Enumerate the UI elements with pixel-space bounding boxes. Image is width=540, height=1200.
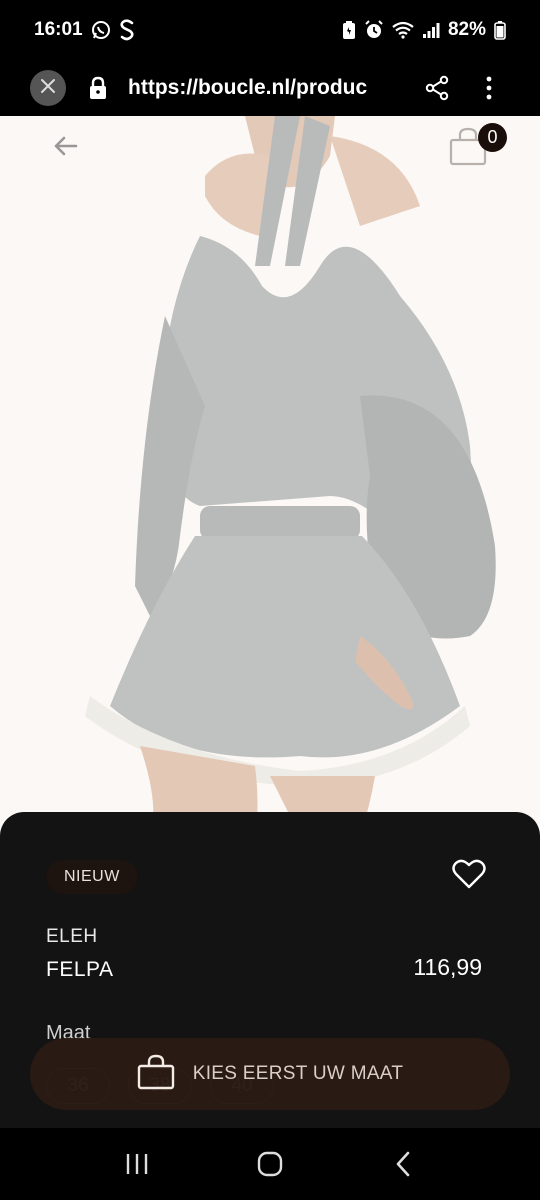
cart-button[interactable]: 0 (448, 120, 508, 172)
browser-url-bar: https://boucle.nl/produc (0, 60, 540, 116)
status-bar: 16:01 82% (0, 0, 540, 60)
more-icon[interactable] (486, 76, 492, 100)
back-arrow-icon[interactable] (50, 130, 82, 162)
cart-count-badge: 0 (478, 123, 507, 152)
heart-icon[interactable] (452, 858, 486, 892)
add-to-cart-label: KIES EERST UW MAAT (192, 1063, 404, 1084)
product-brand[interactable]: ELEH (46, 926, 98, 948)
product-name: FELPA (46, 958, 114, 981)
status-time: 16:01 (34, 19, 83, 40)
battery-saver-icon (342, 20, 356, 40)
close-tab-button[interactable] (30, 70, 66, 106)
system-nav-bar (0, 1128, 540, 1200)
s-icon (119, 19, 135, 41)
recents-icon[interactable] (113, 1140, 161, 1188)
close-icon (39, 77, 57, 100)
shopping-bag-icon (137, 1054, 175, 1095)
product-price: 116,99 (413, 954, 482, 980)
home-icon[interactable] (246, 1140, 294, 1188)
product-info-sheet: NIEUW ELEH FELPA 116,99 Maat 36 38 40 KI… (0, 812, 540, 1128)
product-image[interactable]: 0 (0, 116, 540, 836)
new-badge: NIEUW (46, 860, 138, 894)
share-icon[interactable] (424, 75, 450, 101)
battery-percent: 82% (447, 19, 486, 40)
whatsapp-icon (91, 20, 111, 40)
product-photo (0, 116, 540, 836)
add-to-cart-button[interactable]: KIES EERST UW MAAT (30, 1038, 510, 1110)
wifi-icon (392, 21, 414, 39)
back-icon[interactable] (379, 1140, 427, 1188)
signal-icon (422, 21, 440, 39)
url-text[interactable]: https://boucle.nl/produc (128, 76, 402, 100)
alarm-icon (364, 20, 384, 40)
lock-icon[interactable] (88, 76, 108, 100)
battery-icon (494, 20, 506, 40)
